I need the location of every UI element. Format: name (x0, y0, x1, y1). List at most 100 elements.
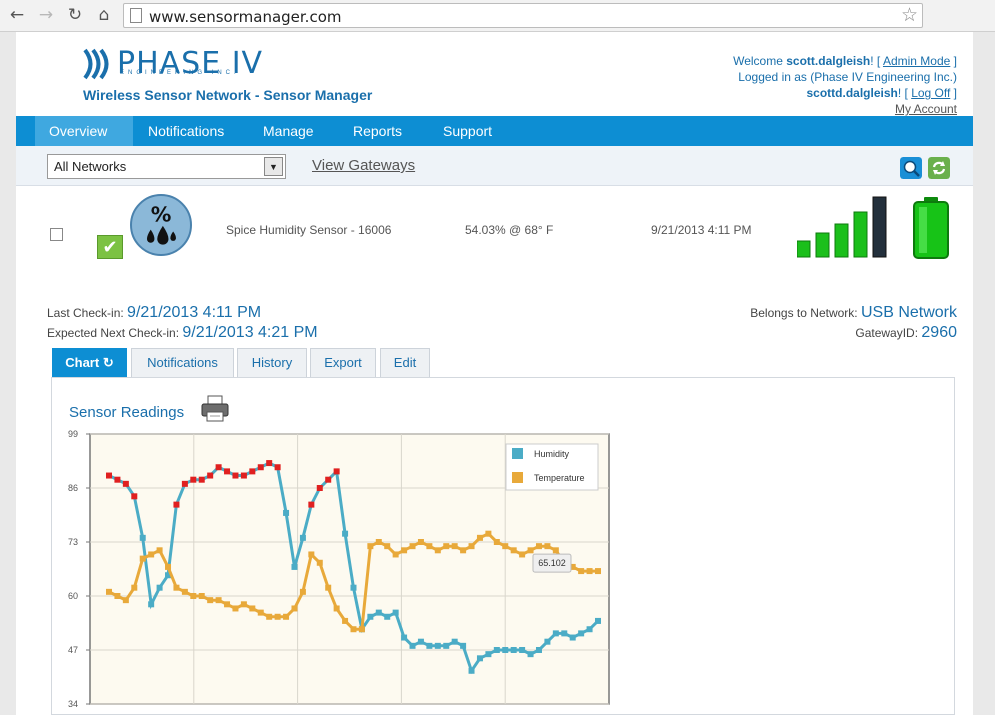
temperature-point (460, 547, 467, 554)
humidity-point (207, 472, 214, 479)
logo-waves-icon (83, 48, 109, 80)
admin-mode-link[interactable]: Admin Mode (883, 54, 950, 68)
temperature-point (392, 551, 399, 558)
menu-reports[interactable]: Reports (339, 116, 416, 146)
sensor-readings-chart[interactable]: 99 86 73 60 47 34 Humidity Temperature 65.102 (60, 424, 620, 715)
humidity-point (586, 626, 593, 633)
svg-text:%: % (151, 202, 172, 226)
home-icon[interactable]: ⌂ (93, 4, 115, 26)
humidity-point (493, 647, 500, 653)
reload-icon[interactable]: ↻ (64, 4, 86, 26)
bookmark-star-icon[interactable]: ☆ (901, 4, 918, 26)
temperature-point (451, 543, 458, 550)
last-checkin-label: Last Check-in: (47, 306, 124, 320)
dropdown-arrow-icon[interactable]: ▼ (264, 157, 283, 176)
tab-export[interactable]: Export (310, 348, 376, 377)
tab-chart[interactable]: Chart ↻ (52, 348, 127, 377)
log-off-link[interactable]: Log Off (911, 86, 950, 100)
humidity-point (148, 601, 155, 608)
humidity-point (350, 584, 357, 591)
temperature-point (207, 597, 214, 604)
legend-swatch (512, 472, 523, 483)
humidity-point (274, 464, 281, 471)
temperature-point (266, 613, 273, 620)
y-tick-label: 73 (68, 537, 78, 547)
menu-overview[interactable]: Overview (35, 116, 133, 146)
humidity-point (266, 460, 273, 467)
view-gateways-link[interactable]: View Gateways (312, 157, 415, 174)
temperature-point (299, 588, 306, 595)
tab-edit[interactable]: Edit (380, 348, 430, 377)
temperature-point (106, 588, 112, 595)
humidity-point (249, 468, 256, 475)
address-bar[interactable]: www.sensormanager.com ☆ (123, 3, 923, 28)
temperature-point (578, 568, 585, 575)
humidity-point (232, 472, 239, 479)
legend-label: Temperature (534, 473, 585, 483)
y-tick-label: 34 (68, 699, 78, 709)
tab-history[interactable]: History (237, 348, 307, 377)
welcome-label: Welcome (733, 54, 787, 68)
network-label: Belongs to Network: (750, 306, 858, 320)
humidity-point (476, 655, 483, 662)
forward-arrow-icon[interactable]: → (35, 4, 57, 26)
humidity-point (569, 634, 576, 641)
temperature-point (131, 584, 138, 591)
refresh-icon[interactable] (928, 157, 950, 179)
menu-support[interactable]: Support (429, 116, 506, 146)
temperature-point (426, 543, 433, 550)
temperature-point (350, 626, 357, 633)
printer-icon[interactable] (200, 395, 230, 423)
menu-notifications[interactable]: Notifications (134, 116, 238, 146)
humidity-point (299, 534, 306, 541)
gateway-id[interactable]: 2960 (921, 324, 957, 341)
tab-chart-label: Chart (65, 355, 100, 370)
humidity-point (283, 509, 290, 516)
back-arrow-icon[interactable]: ← (6, 4, 28, 26)
temperature-point (257, 609, 264, 616)
humidity-point (426, 642, 433, 649)
tab-notifications[interactable]: Notifications (131, 348, 234, 377)
search-icon[interactable] (900, 157, 922, 179)
humidity-point (224, 468, 231, 475)
menu-manage[interactable]: Manage (249, 116, 328, 146)
temperature-point (544, 543, 551, 550)
next-checkin-label: Expected Next Check-in: (47, 326, 180, 340)
sensor-name[interactable]: Spice Humidity Sensor - 16006 (226, 223, 391, 237)
url-text: www.sensormanager.com (149, 8, 342, 26)
temperature-point (291, 605, 298, 612)
humidity-point (510, 647, 517, 653)
legend-label: Humidity (534, 449, 570, 459)
temperature-point (325, 584, 332, 591)
temperature-point (586, 568, 593, 575)
temperature-point (519, 551, 526, 558)
network-link[interactable]: USB Network (861, 304, 957, 321)
network-select[interactable]: All Networks ▼ (47, 154, 286, 179)
temperature-point (190, 593, 197, 599)
temperature-point (274, 613, 281, 620)
y-tick-label: 99 (68, 429, 78, 439)
temperature-point (333, 605, 340, 612)
refresh-chart-icon[interactable]: ↻ (103, 355, 114, 370)
humidity-point (257, 464, 264, 471)
humidity-point (173, 501, 180, 508)
battery-full-icon (913, 197, 949, 259)
my-account-link[interactable]: My Account (895, 102, 957, 116)
humidity-point (198, 476, 205, 483)
humidity-point (308, 501, 315, 508)
temperature-point (510, 547, 517, 554)
temperature-point (122, 597, 129, 604)
page-icon (130, 8, 142, 23)
temperature-point (401, 547, 408, 554)
humidity-point (190, 476, 197, 483)
logged-in-as: Logged in as (Phase IV Engineering Inc.) (738, 70, 957, 84)
humidity-point (460, 642, 467, 649)
temperature-point (249, 605, 256, 612)
y-tick-label: 60 (68, 591, 78, 601)
sensor-row[interactable]: ✔ % Spice Humidity Sensor - 16006 54.03%… (16, 187, 973, 277)
temperature-point (417, 539, 424, 545)
temperature-point (476, 534, 483, 541)
sensor-checkbox[interactable] (50, 228, 63, 241)
page-right-gutter (973, 32, 995, 715)
humidity-point (561, 630, 568, 637)
